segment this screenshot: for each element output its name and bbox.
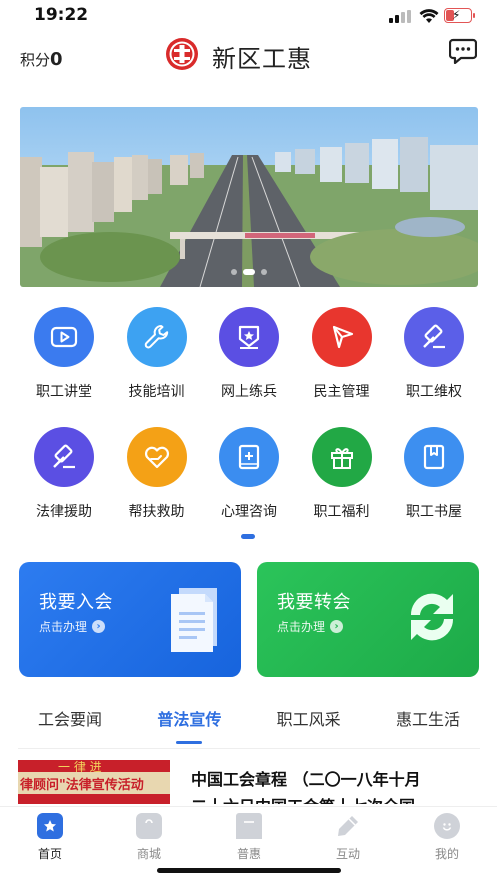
transfer-card-action: 点击办理 [277,620,326,634]
nav-home[interactable]: 首页 [20,813,80,862]
banner-carousel[interactable] [20,107,478,287]
grid-label: 职工福利 [313,504,370,520]
message-icon[interactable] [449,38,477,64]
nav-mall[interactable]: 商城 [119,813,179,862]
grid-pagination [241,534,255,539]
transfer-union-card[interactable]: 我要转会 点击办理 › [257,562,479,677]
banner-image [20,107,478,287]
transfer-card-subtitle: 点击办理 › [277,618,344,635]
bookmark-icon [236,813,262,839]
grid-item-online-practice[interactable]: 网上练兵 [203,307,295,427]
award-icon [219,307,279,367]
transfer-card-title: 我要转会 [277,592,351,613]
grid-label: 职工讲堂 [36,384,92,400]
wrench-icon [126,307,187,367]
gift-icon [311,427,372,487]
join-card-title: 我要入会 [39,592,113,613]
news-title-line2: 二十六日中国工会第十七次全国 [191,793,415,804]
refresh-icon [410,593,454,641]
grid-label: 职工维权 [406,384,462,400]
gavel-icon [34,427,94,487]
status-bar: 19:22 ⚡ [0,0,497,32]
heart-hand-icon [126,427,187,487]
grid-item-skill-training[interactable]: 技能培训 [111,307,203,427]
header: 积分0 新区工惠 [0,32,497,94]
document-icon [171,588,217,652]
grid-item-rights-protection[interactable]: 职工维权 [388,307,480,427]
nav-profile[interactable]: 我的 [417,813,477,862]
wifi-icon [419,9,439,23]
points-label: 积分 [20,51,51,69]
news-tabs: 工会要闻 普法宣传 职工风采 惠工生活 [18,702,480,744]
nav-interact[interactable]: 互动 [318,813,378,862]
arrow-right-icon: › [330,620,344,633]
news-title: 中国工会章程 （二〇一八年十月 [191,770,421,789]
home-icon [37,813,63,839]
grid-label: 民主管理 [313,384,370,400]
banner-pagination [20,269,478,275]
join-card-subtitle: 点击办理 › [39,618,106,635]
grid-row: 职工讲堂 技能培训 网上练兵 民主管理 职工维权 [18,307,480,427]
join-card-action: 点击办理 [39,620,88,634]
nav-label: 首页 [37,847,62,861]
grid-label: 职工书屋 [406,504,462,520]
news-thumbnail: 一 律 进 律顾问"法律宣传活动 [18,760,170,804]
battery-icon: ⚡ [444,8,475,23]
join-union-card[interactable]: 我要入会 点击办理 › [19,562,241,677]
home-indicator [157,868,341,873]
points-value: 0 [50,49,63,70]
pen-icon [335,813,361,839]
smile-icon [434,813,460,839]
grid-label: 帮扶救助 [128,504,185,520]
book-plus-icon [219,427,279,487]
grid-label: 法律援助 [36,504,92,520]
thumb-banner-text: 律顾问"法律宣传活动 [20,778,144,793]
news-item[interactable]: 一 律 进 律顾问"法律宣传活动 中国工会章程 （二〇一八年十月 二十六日中国工… [18,760,480,804]
bag-icon [136,813,162,839]
service-grid: 职工讲堂 技能培训 网上练兵 民主管理 职工维权 法律援助 帮扶救助 心理咨询 … [18,307,480,547]
points-display[interactable]: 积分0 [20,49,63,70]
nav-label: 互动 [335,847,360,861]
grid-item-welfare[interactable]: 职工福利 [296,427,388,547]
grid-row: 法律援助 帮扶救助 心理咨询 职工福利 职工书屋 [18,427,480,547]
grid-label: 技能培训 [128,384,185,400]
arrow-right-icon: › [92,620,106,633]
divider [18,748,480,749]
nav-label: 商城 [136,847,161,861]
grid-label: 心理咨询 [221,504,277,520]
app-title: 新区工惠 [212,45,312,73]
tab-benefit-life[interactable]: 惠工生活 [376,702,480,738]
grid-item-counseling[interactable]: 心理咨询 [203,427,295,547]
status-time: 19:22 [34,5,89,25]
grid-item-relief[interactable]: 帮扶救助 [111,427,203,547]
grid-item-library[interactable]: 职工书屋 [388,427,480,547]
union-logo-icon [166,38,198,70]
signal-icon [389,10,413,23]
tab-law-promotion[interactable]: 普法宣传 [137,702,241,744]
grid-item-lecture[interactable]: 职工讲堂 [18,307,110,427]
tab-union-news[interactable]: 工会要闻 [18,702,122,738]
flag-icon [311,307,372,367]
nav-label: 我的 [434,847,459,861]
bookmark-icon [404,427,464,487]
nav-label: 普惠 [236,847,261,861]
grid-item-legal-aid[interactable]: 法律援助 [18,427,110,547]
gavel-icon [404,307,464,367]
play-icon [34,307,94,367]
grid-label: 网上练兵 [221,384,277,400]
grid-item-democratic-management[interactable]: 民主管理 [296,307,388,427]
nav-benefits[interactable]: 普惠 [219,813,279,862]
tab-worker-style[interactable]: 职工风采 [257,702,361,738]
